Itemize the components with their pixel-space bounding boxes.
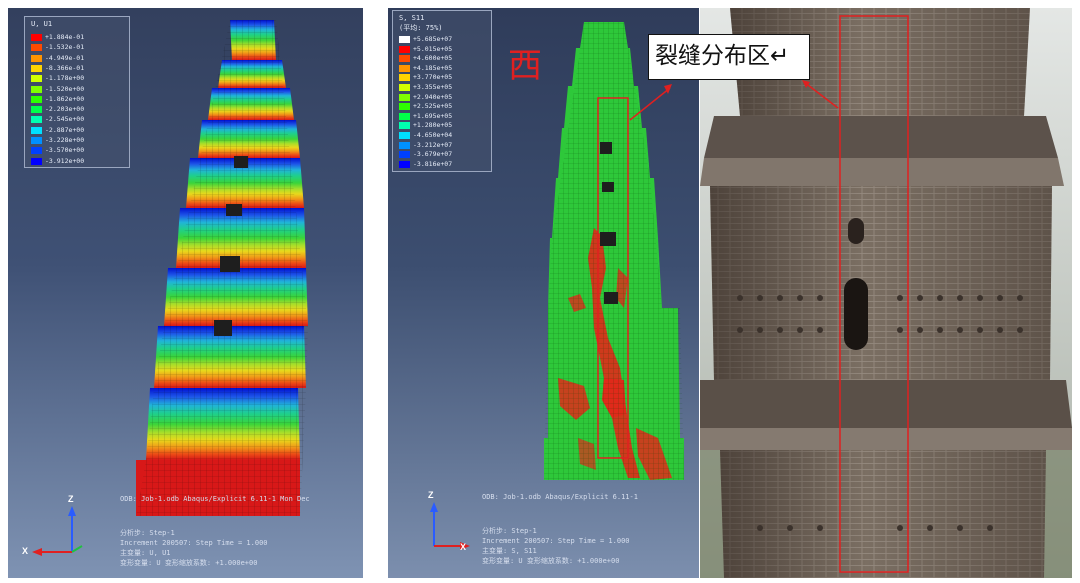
arched-niche (848, 218, 864, 244)
axis-triad (430, 502, 470, 550)
legend-value: -4.650e+04 (413, 131, 453, 139)
primary-variable-line: 主变量: U, U1 (120, 549, 171, 557)
legend-swatch (399, 132, 410, 139)
displacement-contour-panel: U, U1 +1.884e-01 -1.532e-01 -4.949e-01 -8.3… (8, 8, 363, 578)
legend-value: -4.949e-01 (45, 53, 85, 62)
legend-value: +2.940e+05 (413, 92, 453, 101)
displacement-legend: U, U1 +1.884e-01 -1.532e-01 -4.949e-01 -8.3… (24, 16, 130, 168)
legend-value: -3.228e+00 (45, 136, 85, 144)
legend-swatch (31, 34, 42, 41)
stress-contour-panel: S, S11 (平均: 75%) +5.685e+07 +5.015e+05 +4.… (388, 8, 699, 578)
legend-swatch (31, 106, 42, 114)
legend-value: -3.570e+00 (45, 146, 85, 155)
axis-x-label: X (460, 542, 467, 552)
legend-swatch (399, 74, 410, 82)
legend-swatch (399, 64, 410, 72)
legend-value: -3.679e+07 (413, 150, 453, 159)
legend-swatch (399, 36, 410, 43)
legend-value: +1.884e-01 (45, 33, 85, 41)
legend-swatch (31, 64, 42, 72)
legend-value: -2.545e+00 (45, 115, 85, 124)
legend-title: S, S11 (399, 14, 425, 22)
legend-swatch (31, 126, 42, 134)
legend-value: +1.695e+05 (413, 111, 453, 120)
legend-swatch (399, 55, 410, 63)
axis-x-label: X (22, 546, 29, 556)
legend-swatch (399, 112, 410, 120)
legend-swatch (399, 141, 410, 149)
legend-swatch (399, 103, 410, 111)
legend-swatch (31, 116, 42, 124)
legend-title: U, U1 (31, 20, 53, 28)
legend-swatch (399, 45, 410, 53)
legend-swatch (31, 137, 42, 144)
legend-swatch (31, 85, 42, 93)
legend-value: -3.816e+07 (413, 159, 453, 168)
stress-legend: S, S11 (平均: 75%) +5.685e+07 +5.015e+05 +4.… (392, 10, 492, 172)
odb-info-line: ODB: Job-1.odb Abaqus/Explicit 6.11-1 Mo… (120, 495, 310, 503)
axis-triad (32, 506, 83, 556)
axis-z-label: Z (428, 490, 434, 500)
legend-swatch (399, 151, 410, 159)
axis-z-label: Z (68, 494, 74, 504)
step-info-line: 分析步: Step-1 (120, 529, 175, 537)
legend-value: +3.770e+05 (413, 73, 453, 82)
crack-distribution-callout: 裂缝分布区↵ (648, 34, 810, 80)
primary-variable-line: 主变量: S, S11 (482, 547, 537, 555)
legend-value: +4.600e+05 (413, 54, 453, 63)
deformed-variable-line: 变形变量: U 变形缩放系数: +1.000e+00 (120, 559, 258, 567)
increment-info-line: Increment 200507: Step Time = 1.000 (120, 539, 268, 547)
legend-swatch (399, 160, 410, 168)
legend-value: +5.685e+07 (413, 35, 453, 43)
pagoda-body (136, 20, 308, 516)
legend-value: -1.862e+00 (45, 94, 85, 103)
odb-info-line: ODB: Job-1.odb Abaqus/Explicit 6.11-1 (482, 493, 638, 501)
legend-value: -2.887e+00 (45, 125, 85, 134)
legend-swatch (399, 84, 410, 91)
legend-swatch (399, 122, 410, 130)
pagoda-photo-panel (700, 8, 1072, 578)
legend-value: -2.203e+00 (45, 105, 85, 114)
legend-swatch (31, 95, 42, 103)
legend-swatch (31, 147, 42, 155)
direction-west-label: 西 (508, 46, 542, 86)
legend-subtitle: (平均: 75%) (399, 24, 443, 32)
legend-value: +5.015e+05 (413, 44, 453, 53)
legend-value: +3.355e+05 (413, 83, 453, 91)
legend-value: -3.212e+07 (413, 140, 453, 149)
legend-value: -3.912e+00 (45, 156, 85, 165)
legend-swatch (31, 157, 42, 165)
increment-info-line: Increment 200507: Step Time = 1.000 (482, 537, 630, 545)
legend-value: +4.185e+05 (413, 63, 453, 72)
arched-window (844, 278, 868, 350)
step-info-line: 分析步: Step-1 (482, 527, 537, 535)
legend-value: -1.532e-01 (45, 43, 85, 52)
legend-value: -8.366e-01 (45, 63, 85, 72)
deformed-variable-line: 变形变量: U 变形缩放系数: +1.000e+00 (482, 557, 620, 565)
legend-swatch (31, 44, 42, 52)
legend-value: -1.178e+00 (45, 74, 85, 83)
pagoda-body (544, 22, 684, 480)
legend-swatch (399, 93, 410, 101)
pagoda-photo (700, 8, 1072, 578)
legend-swatch (31, 54, 42, 62)
legend-value: +1.280e+05 (413, 121, 453, 130)
legend-swatch (31, 75, 42, 83)
legend-value: +2.525e+05 (413, 102, 453, 111)
legend-value: -1.520e+00 (45, 84, 85, 93)
